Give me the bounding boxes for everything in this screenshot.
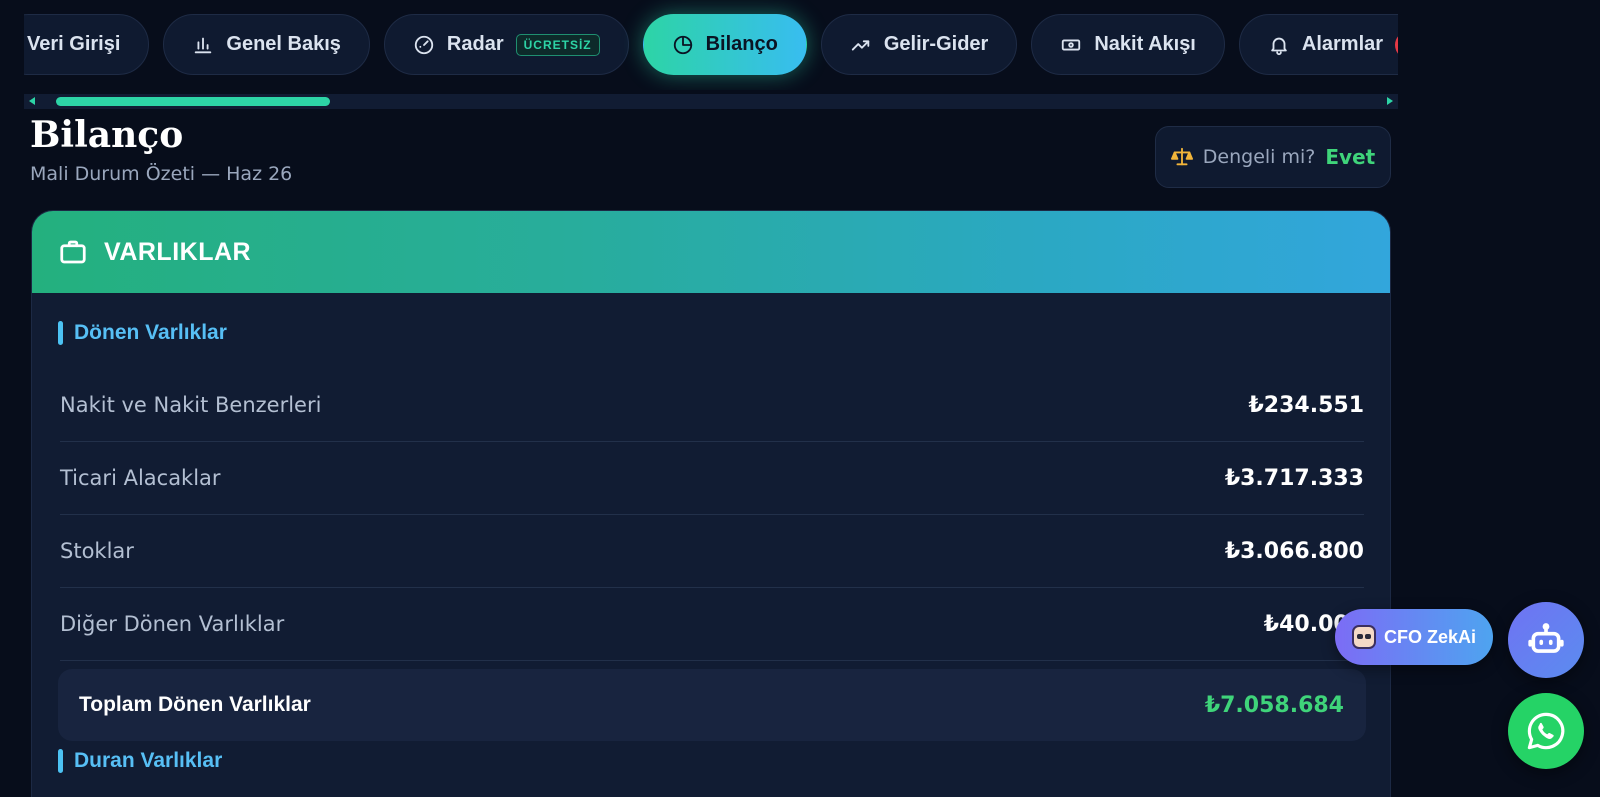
tab-veri-girisi[interactable]: Veri Girişi (24, 14, 150, 75)
assets-card: VARLIKLAR Dönen Varlıklar Nakit ve Nakit… (31, 210, 1391, 797)
noncurrent-assets-heading: Duran Varlıklar (58, 749, 222, 773)
bar-chart-icon (195, 37, 212, 53)
whatsapp-button[interactable] (1508, 693, 1584, 769)
tab-label: Nakit Akışı (1094, 33, 1196, 55)
tab-bilanco[interactable]: Bilanço (642, 14, 807, 75)
briefcase-icon (60, 240, 86, 264)
list-item: Nakit ve Nakit Benzerleri ₺234.551 (60, 369, 1364, 442)
current-assets-total: Toplam Dönen Varlıklar ₺7.058.684 (58, 669, 1366, 741)
tab-radar[interactable]: Radar ÜCRETSİZ (383, 14, 629, 75)
tab-label: Genel Bakış (226, 33, 341, 55)
total-label: Toplam Dönen Varlıklar (79, 693, 311, 716)
item-amount: ₺3.066.800 (1224, 538, 1364, 564)
section-title: Duran Varlıklar (74, 749, 223, 772)
balance-status: Dengeli mi? Evet (1155, 126, 1391, 188)
assets-title: VARLIKLAR (104, 237, 252, 266)
total-amount: ₺7.058.684 (1204, 692, 1344, 718)
banknote-icon (1062, 39, 1081, 50)
item-name: Diğer Dönen Varlıklar (60, 612, 285, 636)
current-assets-list: Nakit ve Nakit Benzerleri ₺234.551 Ticar… (60, 369, 1364, 661)
radar-gauge-icon (414, 35, 434, 54)
scales-icon (1170, 147, 1193, 166)
nav-scrollbar[interactable] (24, 94, 1398, 109)
free-badge: ÜCRETSİZ (515, 33, 600, 56)
section-accent-bar (58, 749, 63, 773)
robot-icon (1528, 623, 1564, 653)
tab-genel-bakis[interactable]: Genel Bakış (163, 14, 370, 75)
list-item: Stoklar ₺3.066.800 (60, 515, 1364, 588)
alarm-count-badge: 3 (1395, 30, 1398, 59)
tab-gelir-gider[interactable]: Gelir-Gider (820, 14, 1018, 75)
item-name: Nakit ve Nakit Benzerleri (60, 393, 322, 417)
current-assets-heading: Dönen Varlıklar (58, 321, 227, 345)
chatbot-button[interactable] (1508, 602, 1584, 678)
balance-value: Evet (1325, 145, 1376, 169)
item-name: Stoklar (60, 539, 134, 563)
tab-label: Radar (446, 33, 504, 55)
item-amount: ₺234.551 (1248, 392, 1364, 418)
item-name: Ticari Alacaklar (60, 466, 221, 490)
page-subtitle: Mali Durum Özeti — Haz 26 (30, 163, 293, 185)
page-title: Bilanço (30, 114, 184, 156)
trend-up-icon (851, 39, 870, 50)
list-item: Ticari Alacaklar ₺3.717.333 (60, 442, 1364, 515)
section-accent-bar (58, 321, 63, 345)
top-nav: Veri Girişi Genel Bakış Radar ÜCRETSİZ B… (24, 0, 1398, 90)
cfo-zekai-button[interactable]: CFO ZekAi (1335, 609, 1493, 665)
balance-label: Dengeli mi? (1202, 146, 1316, 168)
item-amount: ₺3.717.333 (1224, 465, 1364, 491)
cfo-label: CFO ZekAi (1383, 626, 1476, 647)
pie-chart-icon (673, 35, 692, 54)
tab-alarmlar[interactable]: Alarmlar 3 (1238, 14, 1398, 75)
scroll-left-arrow-icon[interactable] (29, 97, 35, 105)
tab-label: Bilanço (705, 33, 778, 55)
scrollbar-thumb[interactable] (56, 97, 330, 106)
section-title: Dönen Varlıklar (74, 321, 227, 344)
robot-face-icon (1351, 625, 1376, 649)
list-item: Diğer Dönen Varlıklar ₺40.000 (60, 588, 1364, 661)
whatsapp-icon (1527, 712, 1565, 750)
tab-nakit-akisi[interactable]: Nakit Akışı (1031, 14, 1225, 75)
tab-label: Veri Girişi (27, 33, 121, 55)
bell-icon (1271, 37, 1287, 55)
tab-label: Gelir-Gider (883, 33, 989, 55)
scroll-right-arrow-icon[interactable] (1387, 97, 1393, 105)
assets-card-header: VARLIKLAR (32, 211, 1390, 293)
tab-label: Alarmlar (1301, 33, 1384, 55)
